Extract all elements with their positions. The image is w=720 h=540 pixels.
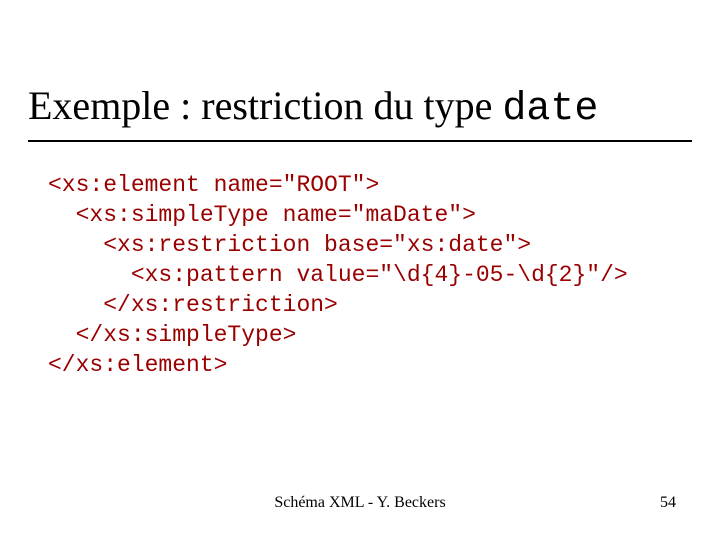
footer-author: Schéma XML - Y. Beckers	[0, 494, 720, 512]
title-underline	[28, 140, 692, 142]
code-line-2: <xs:simpleType name="maDate">	[48, 202, 476, 228]
code-line-4: <xs:pattern value="\d{4}-05-\d{2}"/>	[48, 262, 628, 288]
page-number: 54	[660, 494, 676, 512]
title-text: Exemple : restriction du type	[28, 83, 502, 128]
code-block: <xs:element name="ROOT"> <xs:simpleType …	[48, 170, 628, 380]
title-mono: date	[502, 87, 598, 132]
code-line-5: </xs:restriction>	[48, 292, 338, 318]
code-line-7: </xs:element>	[48, 352, 227, 378]
code-line-1: <xs:element name="ROOT">	[48, 172, 379, 198]
slide: Exemple : restriction du type date <xs:e…	[0, 0, 720, 540]
code-line-6: </xs:simpleType>	[48, 322, 296, 348]
slide-title: Exemple : restriction du type date	[28, 82, 598, 132]
code-line-3: <xs:restriction base="xs:date">	[48, 232, 531, 258]
